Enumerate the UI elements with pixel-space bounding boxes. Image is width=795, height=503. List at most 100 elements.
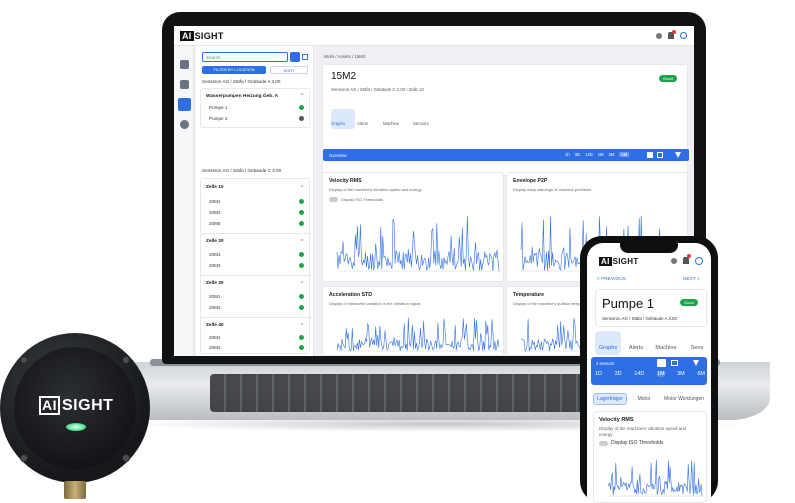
range-option[interactable]: 14D (634, 371, 644, 377)
page-title: Pumpe 1 (602, 296, 655, 311)
grid-view-icon[interactable] (647, 152, 653, 158)
filter-icon[interactable] (693, 360, 699, 366)
range-option[interactable]: 1h (565, 152, 570, 157)
iso-toggle[interactable] (599, 441, 608, 446)
chevron-up-icon[interactable]: ^ (301, 185, 303, 191)
segment-motor-wicklungen[interactable]: Motor Wicklungen (659, 393, 709, 405)
segment-lagertraeger[interactable]: Lagerträger (593, 393, 627, 405)
filter-icon[interactable] (290, 52, 300, 62)
sort-icon[interactable] (302, 54, 308, 60)
screw-icon (20, 356, 28, 364)
status-dot (299, 335, 304, 340)
app-logo: AI SIGHT (180, 31, 224, 41)
list-view-icon[interactable] (657, 152, 663, 158)
range-option[interactable]: 3M (609, 152, 615, 157)
chevron-up-icon[interactable]: ^ (301, 239, 303, 245)
range-option[interactable]: 1M (598, 152, 604, 157)
range-option-selected[interactable]: 1M (656, 371, 665, 377)
laptop-keyboard (210, 374, 630, 412)
zone-title: Zelle 40 (206, 323, 224, 328)
zone-title: Zelle 20 (206, 239, 224, 244)
tab-graphs[interactable]: Graphs (595, 331, 621, 355)
icon-rail (174, 46, 194, 356)
previous-link[interactable]: < PREVIOUS (597, 277, 626, 282)
grid-view-icon[interactable] (657, 359, 666, 367)
chart-title: Envelope P2P (513, 178, 548, 184)
velocity-chart (336, 216, 501, 272)
asset-location: Senssron AG / Stäfa / Gebäude A 3.00 (602, 316, 677, 321)
list-item-pumpe-1[interactable]: Pumpe 1 (209, 105, 227, 110)
notification-badge (672, 30, 676, 34)
dashboard-icon[interactable] (180, 60, 189, 69)
list-item-pumpe-2[interactable]: Pumpe 2 (209, 116, 227, 121)
user-icon[interactable] (695, 257, 703, 265)
chevron-up-icon[interactable]: ^ (301, 323, 303, 329)
chevron-up-icon[interactable]: ^ (301, 93, 303, 99)
list-item[interactable]: 20M3 (209, 263, 221, 268)
tab-graphs[interactable]: Graphs (331, 109, 355, 129)
tab-alerts[interactable]: Alerts (623, 331, 649, 355)
chart-title: Acceleration STD (329, 292, 372, 298)
status-dot (299, 105, 304, 110)
next-link[interactable]: NEXT > (683, 277, 700, 282)
filter-by-location-button[interactable]: FILTER BY LOCATION (202, 66, 266, 74)
user-icon[interactable] (680, 32, 687, 39)
list-item[interactable]: 20M1 (209, 335, 221, 340)
segment-motor[interactable]: Motor (631, 393, 657, 405)
iso-toggle[interactable] (329, 197, 338, 202)
iso-toggle-label[interactable]: Display ISO Thresholds (611, 440, 663, 446)
bell-icon[interactable] (683, 257, 689, 264)
app-header: AI SIGHT (174, 26, 694, 46)
settings-icon[interactable] (180, 120, 189, 129)
range-group: 1h 3D 14D 1M 3M 6M (565, 152, 630, 157)
group-card-1: Wasserpumpen Heizung Geb. A ^ Pumpe 1 Pu… (200, 88, 310, 128)
list-item[interactable]: 20M1 (209, 294, 221, 299)
list-item[interactable]: 20M1 (209, 199, 221, 204)
range-option[interactable]: 6M (697, 371, 705, 377)
tab-machine[interactable]: Machine (383, 109, 411, 129)
zone-title: Zelle 30 (206, 281, 224, 286)
range-option[interactable]: 1D (595, 371, 602, 377)
notification-badge (687, 254, 691, 258)
list-item[interactable]: 20M5 (209, 221, 221, 226)
assets-icon[interactable] (178, 98, 191, 111)
list-item[interactable]: 20M1 (209, 252, 221, 257)
tab-alerts[interactable]: Alerts (357, 109, 381, 129)
chart-title: Velocity RMS (329, 178, 362, 184)
chart-subtitle: Display of the machine's vibration speed… (329, 187, 422, 192)
help-icon[interactable] (671, 258, 677, 264)
asset-header-card: 15M2 Senssron AG / Stäfa / Gebäude C 2.0… (322, 64, 689, 176)
help-icon[interactable] (656, 33, 662, 39)
zone-title: Zelle 10 (206, 185, 224, 190)
range-option-selected[interactable]: 6M (619, 152, 630, 157)
chart-card-acceleration: Acceleration STD Display of measured var… (322, 286, 504, 356)
screw-icon (122, 356, 130, 364)
chevron-up-icon[interactable]: ^ (301, 281, 303, 287)
status-dot (299, 116, 304, 121)
range-option[interactable]: 14D (585, 152, 593, 157)
iso-toggle-label[interactable]: Display ISO Thresholds (341, 197, 383, 202)
velocity-chart (607, 459, 704, 497)
search-input[interactable]: Search (202, 52, 288, 62)
list-item[interactable]: 20M3 (209, 210, 221, 215)
sort-button[interactable]: SORT (270, 66, 308, 74)
status-dot (299, 210, 304, 215)
range-option[interactable]: 3D (615, 371, 622, 377)
status-dot (299, 294, 304, 299)
list-item[interactable]: 20M3 (209, 305, 221, 310)
bar-label: Overview (329, 153, 347, 158)
status-dot (299, 305, 304, 310)
range-option[interactable]: 3M (677, 371, 685, 377)
tab-machine[interactable]: Machine (651, 331, 681, 355)
list-item[interactable]: 20M3 (209, 345, 221, 350)
tab-sensors[interactable]: Sensors (413, 109, 439, 129)
tab-sensors[interactable]: Sens (683, 331, 711, 355)
location-label-2: Senssron AG / Stäfa / Gebäude C 2.00 (202, 168, 282, 173)
series-line (336, 216, 500, 271)
list-icon[interactable] (180, 80, 189, 89)
filter-icon[interactable] (675, 152, 681, 158)
status-badge: Good (659, 75, 677, 82)
range-option[interactable]: 3D (575, 152, 580, 157)
list-view-icon[interactable] (671, 360, 678, 366)
chart-subtitle: Display of measured variation in the vib… (329, 301, 421, 306)
